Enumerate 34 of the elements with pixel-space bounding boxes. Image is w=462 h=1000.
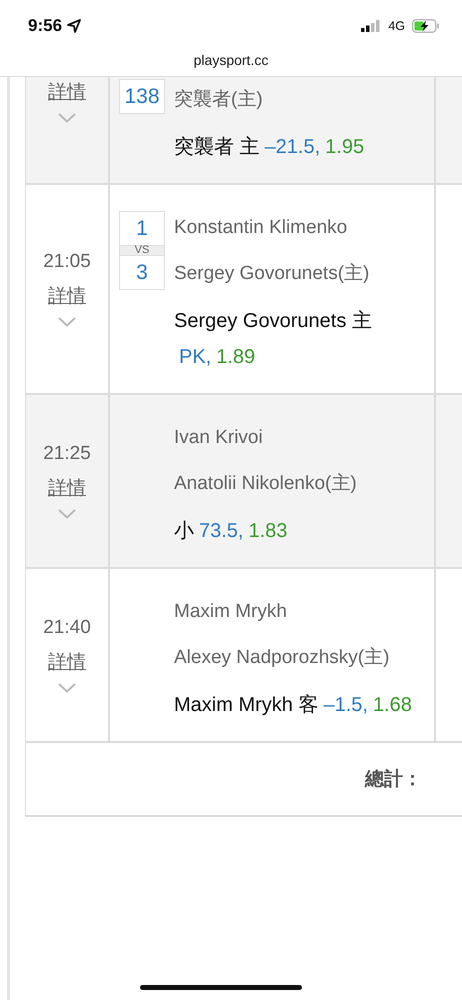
url-text[interactable]: playsport.cc (194, 52, 268, 68)
match-time: 21:40 (43, 617, 91, 639)
team-name: Alexey Nadporozhsky(主) (174, 646, 390, 670)
handicap-value: –21.5, (264, 136, 320, 158)
team-name: Sergey Govorunets(主) (174, 262, 370, 286)
status-time: 9:56 (28, 16, 62, 36)
score-value: 3 (135, 260, 149, 286)
pick-label: Maxim Mrykh 客 (174, 694, 318, 716)
handicap-value: –1.5, (323, 694, 368, 716)
team-name: Konstantin Klimenko (174, 216, 348, 240)
handicap-value: PK, (179, 346, 212, 368)
details-link[interactable]: 詳情 (48, 79, 86, 105)
handicap-value: 73.5, (199, 520, 244, 542)
vs-label: VS (120, 245, 164, 256)
match-time: 21:25 (43, 443, 91, 465)
odds-value: 1.68 (372, 694, 412, 716)
score-value: 138 (123, 84, 161, 110)
details-link[interactable]: 詳情 (48, 475, 86, 501)
pick-label: Sergey Govorunets 主 (174, 310, 372, 332)
network-label: 4G (388, 19, 405, 33)
details-link[interactable]: 詳情 (48, 649, 86, 675)
team-name: Anatolii Nikolenko(主) (174, 472, 358, 496)
total-label: 總計： (365, 768, 423, 792)
pick-label: 突襲者 主 (174, 136, 260, 158)
pick-label: 小 (174, 520, 194, 542)
odds-value: 1.95 (325, 136, 364, 158)
details-link[interactable]: 詳情 (48, 283, 86, 309)
match-time: 21:05 (43, 251, 91, 273)
team-name: 突襲者(主) (174, 88, 264, 112)
score-value: 1 (135, 216, 149, 242)
team-name: Ivan Krivoi (174, 426, 264, 450)
team-name: Maxim Mrykh (174, 600, 288, 624)
odds-value: 1.83 (248, 520, 288, 542)
odds-value: 1.89 (216, 346, 256, 368)
